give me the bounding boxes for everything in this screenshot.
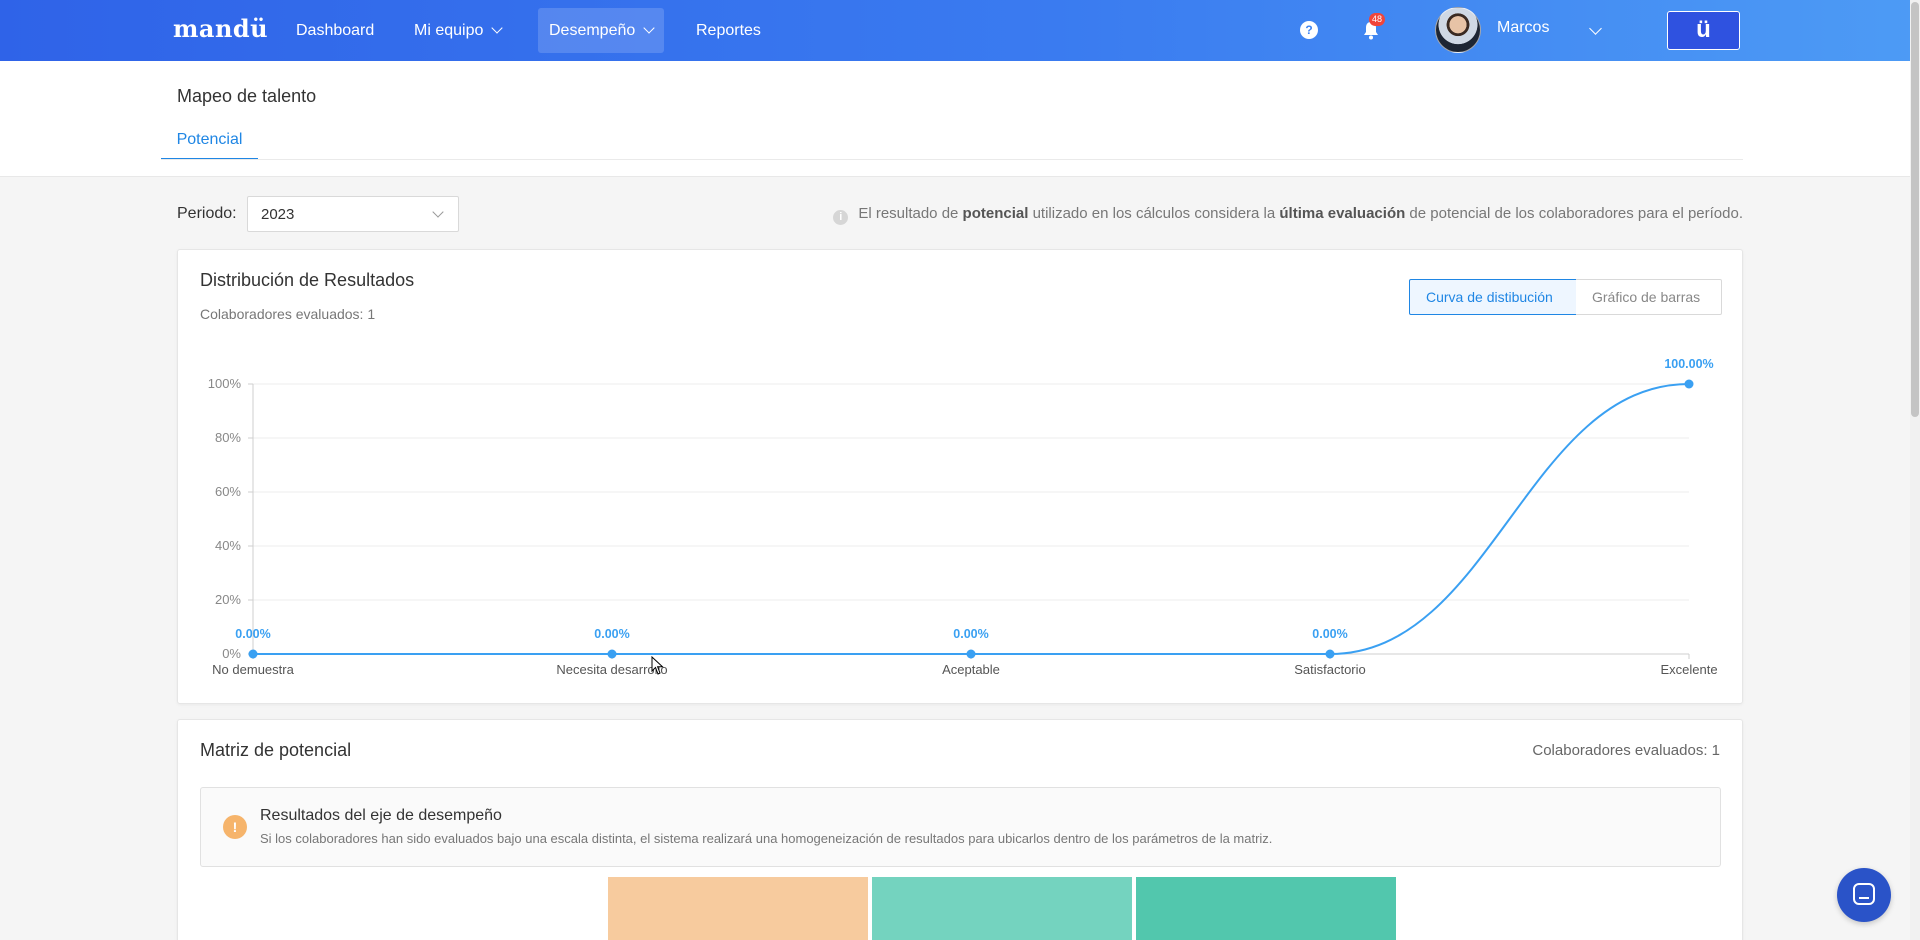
nav-mi-equipo[interactable]: Mi equipo xyxy=(403,8,512,53)
chat-icon xyxy=(1853,883,1875,905)
matrix-cell-2[interactable] xyxy=(872,877,1132,940)
y-tick-label: 60% xyxy=(215,484,241,499)
data-label: 100.00% xyxy=(1664,357,1713,371)
nav-reportes[interactable]: Reportes xyxy=(685,8,772,53)
distribution-chart: 0%20%40%60%80%100% No demuestra Necesita … xyxy=(208,357,1718,677)
periodo-value: 2023 xyxy=(261,206,295,223)
data-point xyxy=(248,649,258,659)
nav-dashboard-label: Dashboard xyxy=(296,22,375,39)
y-tick-label: 80% xyxy=(215,430,241,445)
page-header: Mapeo de talento Potencial xyxy=(0,61,1918,177)
help-icon[interactable]: ? xyxy=(1300,21,1318,39)
nav-desempeno[interactable]: Desempeño xyxy=(538,8,665,53)
data-label: 0.00% xyxy=(235,627,270,641)
matrix-title: Matriz de potencial xyxy=(200,740,352,760)
nav-desempeno-label: Desempeño xyxy=(549,22,636,39)
info-note: i El resultado de potencial utilizado en … xyxy=(833,205,1743,225)
periodo-label: Periodo: xyxy=(177,205,237,222)
alert-title: Resultados del eje de desempeño xyxy=(260,807,502,824)
chevron-down-icon xyxy=(491,22,504,34)
distribution-title: Distribución de Resultados xyxy=(200,270,415,290)
mouse-cursor-icon xyxy=(651,656,664,675)
notification-badge: 48 xyxy=(1369,13,1385,26)
y-tick-label: 0% xyxy=(222,646,241,661)
y-tick-label: 40% xyxy=(215,538,241,553)
data-point xyxy=(1684,379,1694,389)
user-name[interactable]: Marcos xyxy=(1497,19,1549,37)
nav-reportes-label: Reportes xyxy=(696,22,761,39)
nav-dashboard[interactable]: Dashboard xyxy=(285,8,385,53)
info-note-bold-2: última evaluación xyxy=(1279,205,1406,222)
matrix-card: Matriz de potencial Colaboradores evalua… xyxy=(177,719,1743,940)
mandu-logo[interactable]: mandü xyxy=(173,14,268,43)
matrix-cell-3[interactable] xyxy=(1136,877,1396,940)
scrollbar[interactable] xyxy=(1910,0,1920,940)
info-note-text-2: utilizado en los cálculos considera la xyxy=(1028,205,1280,222)
matrix-count: Colaboradores evaluados: 1 xyxy=(1532,742,1720,759)
periodo-select[interactable]: 2023 xyxy=(247,196,459,232)
nav-mi-equipo-label: Mi equipo xyxy=(414,22,484,39)
data-label: 0.00% xyxy=(953,627,988,641)
top-navbar: mandü Dashboard Mi equipo Desempeño Repo… xyxy=(0,0,1920,61)
avatar[interactable] xyxy=(1435,7,1481,53)
x-tick-label: Satisfactorio xyxy=(1294,662,1366,677)
y-tick-label: 20% xyxy=(215,592,241,607)
info-note-text-3: de potencial de los colaboradores para e… xyxy=(1405,205,1743,222)
data-point xyxy=(966,649,976,659)
x-tick-label: Excelente xyxy=(1660,662,1717,677)
scrollbar-thumb[interactable] xyxy=(1911,2,1919,417)
chat-launcher-button[interactable] xyxy=(1837,868,1891,922)
y-tick-label: 100% xyxy=(208,376,242,391)
info-note-bold-1: potencial xyxy=(962,205,1029,222)
chevron-down-icon xyxy=(643,22,655,34)
x-tick-label: Aceptable xyxy=(942,662,1000,677)
info-note-text-1: El resultado de xyxy=(858,205,963,222)
data-point xyxy=(607,649,617,659)
matrix-cell-1[interactable] xyxy=(608,877,868,940)
alert-text: Si los colaboradores han sido evaluados … xyxy=(260,831,1273,846)
chevron-down-icon xyxy=(432,206,444,218)
data-point xyxy=(1325,649,1335,659)
tabs-divider xyxy=(161,159,1743,160)
series-line xyxy=(252,383,1690,655)
data-label: 0.00% xyxy=(594,627,629,641)
tab-potencial[interactable]: Potencial xyxy=(161,120,258,160)
x-tick-label: No demuestra xyxy=(212,662,294,677)
page-title: Mapeo de talento xyxy=(177,86,317,106)
homogenization-alert: ! Resultados del eje de desempeño Si los… xyxy=(200,787,1721,867)
info-icon: i xyxy=(833,210,849,225)
mandu-app-button[interactable]: ü xyxy=(1667,11,1740,50)
data-label: 0.00% xyxy=(1312,627,1347,641)
chevron-down-icon[interactable] xyxy=(1589,22,1602,35)
warning-icon: ! xyxy=(223,815,247,839)
distribution-card: Distribución de Resultados Colaboradores… xyxy=(177,249,1743,704)
